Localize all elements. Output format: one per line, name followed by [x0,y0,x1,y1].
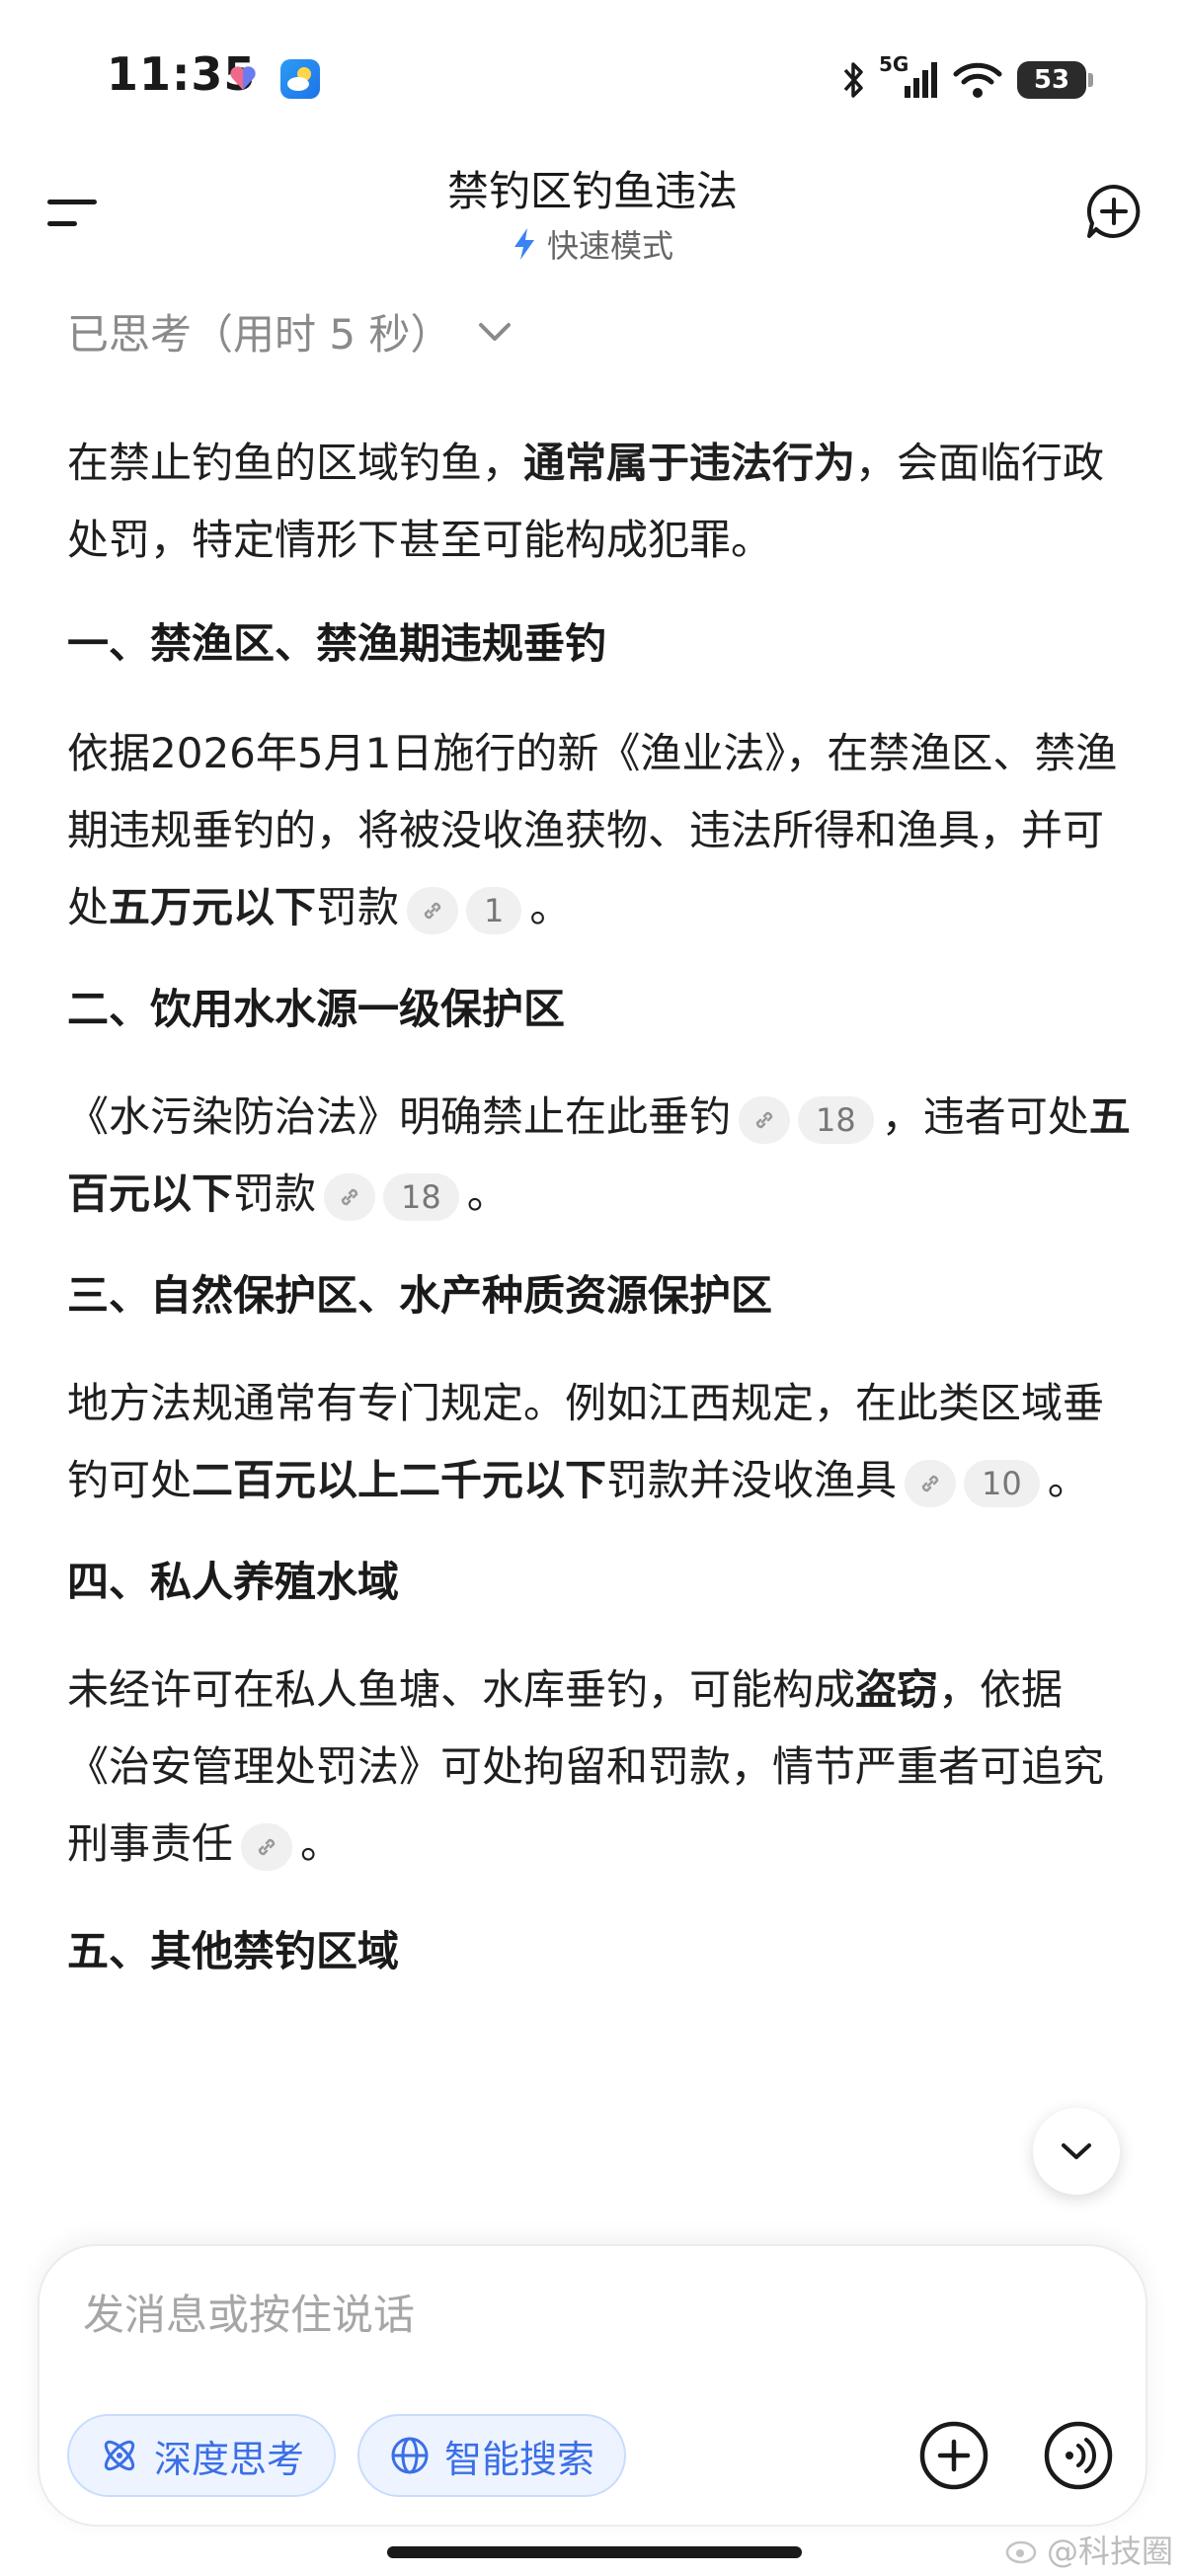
battery-icon: 53 [1017,61,1093,99]
bluetooth-icon [843,62,863,98]
status-bar: 11:35 5G 53 [0,0,1185,148]
link-icon [739,1095,791,1144]
status-icons: 5G 53 [841,52,1093,105]
citation-number: 18 [798,1095,874,1144]
link-icon [905,1459,957,1507]
thinking-label: 已思考（用时 5 秒） [67,310,452,359]
atom-icon [104,2440,135,2471]
citation-number: 18 [383,1172,459,1221]
voice-call-icon[interactable] [1043,2420,1114,2491]
weibo-icon [1005,2540,1037,2564]
wifi-icon [953,62,1002,98]
link-icon [241,1822,293,1871]
smart-search-label: 智能搜索 [444,2437,595,2481]
smart-search-button[interactable]: 智能搜索 [357,2414,627,2497]
link-icon [407,886,459,934]
intro-paragraph: 在禁止钓鱼的区域钓鱼，通常属于违法行为，会面临行政处罚，特定情形下甚至可能构成犯… [67,439,1105,564]
section-heading: 五、其他禁钓区域 [67,1927,400,1975]
citation[interactable]: 18 [739,1095,874,1144]
add-icon[interactable] [918,2420,989,2491]
answer-content: 在禁止钓鱼的区域钓鱼，通常属于违法行为，会面临行政处罚，特定情形下甚至可能构成犯… [67,425,1134,2242]
section-heading: 二、饮用水水源一级保护区 [67,985,566,1033]
section-heading: 一、禁渔区、禁渔期违规垂钓 [67,619,607,668]
deep-think-button[interactable]: 深度思考 [67,2414,337,2497]
section-paragraph: 依据2026年5月1日施行的新《渔业法》，在禁渔区、禁渔期违规垂钓的，将被没收渔… [67,715,1134,946]
message-input[interactable]: 发消息或按住说话 [83,2282,415,2342]
heart-icon [230,66,256,90]
section-paragraph: 地方法规通常有专门规定。例如江西规定，在此类区域垂钓可处二百元以上二千元以下罚款… [67,1365,1134,1519]
citation-number: 1 [466,886,522,934]
deep-think-label: 深度思考 [154,2437,305,2481]
lightning-icon [514,228,534,260]
scroll-down-button[interactable] [1033,2108,1120,2195]
home-indicator[interactable] [387,2546,802,2558]
weather-icon [280,59,320,99]
mode-indicator[interactable]: 快速模式 [0,221,1185,267]
chat-title: 禁钓区钓鱼违法 [446,167,738,215]
section-paragraph: 未经许可在私人鱼塘、水库垂钓，可能构成盗窃，依据《治安管理处罚法》可处拘留和罚款… [67,1651,1134,1883]
thinking-toggle[interactable]: 已思考（用时 5 秒） [67,301,513,362]
citation-number: 10 [964,1459,1040,1507]
globe-icon [391,2437,429,2474]
citation[interactable]: 18 [324,1172,459,1221]
section-heading: 三、自然保护区、水产种质资源保护区 [67,1271,773,1320]
mode-label: 快速模式 [546,227,673,265]
chevron-down-icon [479,322,512,341]
section-heading: 四、私人养殖水域 [67,1558,400,1606]
link-icon [324,1172,376,1221]
section-paragraph: 《水污染防治法》明确禁止在此垂钓 18 ，违者可处五百元以下罚款 18。 [67,1079,1134,1233]
citation[interactable]: 10 [905,1459,1040,1507]
citation[interactable]: 1 [407,886,522,934]
watermark: @科技圈 [1005,2527,1173,2572]
chevron-down-icon [1062,2143,1091,2159]
signal-icon: 5G [879,52,938,102]
message-composer: 发消息或按住说话 深度思考 智能搜索 [38,2244,1147,2527]
new-chat-icon[interactable] [1084,182,1144,241]
chat-header: 禁钓区钓鱼违法 快速模式 [0,148,1185,277]
citation[interactable] [241,1822,293,1871]
